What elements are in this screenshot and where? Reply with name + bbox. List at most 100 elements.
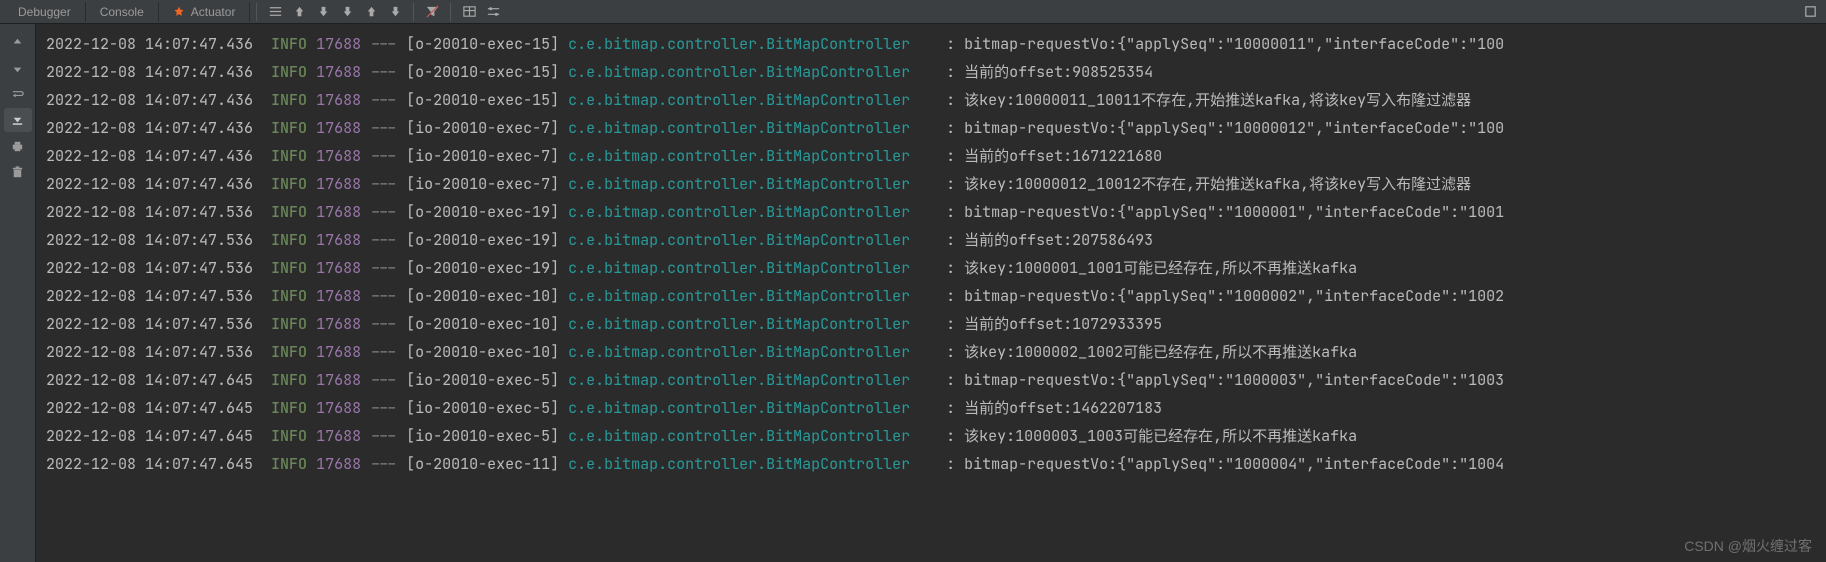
pid: 17688 xyxy=(316,314,361,334)
log-lines: 2022-12-08 14:07:47.436 INFO 17688 --- [… xyxy=(36,24,1826,478)
pid: 17688 xyxy=(316,286,361,306)
message: bitmap-requestVo:{"applySeq":"10000011",… xyxy=(964,34,1504,54)
log-level: INFO xyxy=(271,342,307,362)
timestamp: 2022-12-08 14:07:47.436 xyxy=(46,146,253,166)
thread: [o-20010-exec-15] xyxy=(406,90,559,110)
message: 当前的offset:207586493 xyxy=(964,230,1153,250)
log-view[interactable]: 2022-12-08 14:07:47.436 INFO 17688 --- [… xyxy=(36,24,1826,562)
log-level: INFO xyxy=(271,230,307,250)
thread: [io-20010-exec-7] xyxy=(406,118,559,138)
timestamp: 2022-12-08 14:07:47.645 xyxy=(46,370,253,390)
logger: c.e.bitmap.controller.BitMapController xyxy=(568,202,928,222)
pid: 17688 xyxy=(316,118,361,138)
pid: 17688 xyxy=(316,426,361,446)
divider xyxy=(450,3,451,21)
log-level: INFO xyxy=(271,314,307,334)
down-arrow-2-icon[interactable] xyxy=(335,0,359,24)
colon: : xyxy=(928,146,964,166)
pid: 17688 xyxy=(316,230,361,250)
log-line: 2022-12-08 14:07:47.436 INFO 17688 --- [… xyxy=(46,142,1826,170)
pid: 17688 xyxy=(316,174,361,194)
thread: [io-20010-exec-7] xyxy=(406,174,559,194)
timestamp: 2022-12-08 14:07:47.645 xyxy=(46,426,253,446)
log-level: INFO xyxy=(271,202,307,222)
timestamp: 2022-12-08 14:07:47.436 xyxy=(46,34,253,54)
print-icon[interactable] xyxy=(4,134,32,158)
scroll-down-icon[interactable] xyxy=(4,56,32,80)
message: 当前的offset:1072933395 xyxy=(964,314,1162,334)
colon: : xyxy=(928,34,964,54)
colon: : xyxy=(928,398,964,418)
separator-dash: --- xyxy=(361,426,406,446)
tab-console[interactable]: Console xyxy=(86,2,159,22)
up-arrow-2-icon[interactable] xyxy=(359,0,383,24)
log-line: 2022-12-08 14:07:47.536 INFO 17688 --- [… xyxy=(46,338,1826,366)
separator-dash: --- xyxy=(361,34,406,54)
colon: : xyxy=(928,286,964,306)
menu-icon[interactable] xyxy=(263,0,287,24)
log-level: INFO xyxy=(271,34,307,54)
timestamp: 2022-12-08 14:07:47.536 xyxy=(46,202,253,222)
timestamp: 2022-12-08 14:07:47.536 xyxy=(46,342,253,362)
message: bitmap-requestVo:{"applySeq":"1000002","… xyxy=(964,286,1504,306)
log-line: 2022-12-08 14:07:47.436 INFO 17688 --- [… xyxy=(46,58,1826,86)
separator-dash: --- xyxy=(361,118,406,138)
colon: : xyxy=(928,426,964,446)
maximize-icon[interactable] xyxy=(1798,0,1822,24)
tab-actuator[interactable]: Actuator xyxy=(159,2,251,22)
message: 该key:1000001_1001可能已经存在,所以不再推送kafka xyxy=(964,258,1357,278)
timestamp: 2022-12-08 14:07:47.645 xyxy=(46,454,253,474)
log-level: INFO xyxy=(271,146,307,166)
colon: : xyxy=(928,342,964,362)
logger: c.e.bitmap.controller.BitMapController xyxy=(568,258,928,278)
timestamp: 2022-12-08 14:07:47.536 xyxy=(46,314,253,334)
settings-sliders-icon[interactable] xyxy=(481,0,505,24)
separator-dash: --- xyxy=(361,370,406,390)
tool-tabbar: Debugger Console Actuator xyxy=(0,0,1826,24)
watermark: CSDN @烟火缠过客 xyxy=(1684,536,1812,556)
divider xyxy=(256,3,257,21)
log-line: 2022-12-08 14:07:47.645 INFO 17688 --- [… xyxy=(46,366,1826,394)
colon: : xyxy=(928,118,964,138)
separator-dash: --- xyxy=(361,146,406,166)
message: 该key:10000011_10011不存在,开始推送kafka,将该key写入… xyxy=(964,90,1471,110)
scroll-up-icon[interactable] xyxy=(4,30,32,54)
pid: 17688 xyxy=(316,146,361,166)
tab-debugger[interactable]: Debugger xyxy=(4,2,86,22)
tab-actuator-label: Actuator xyxy=(191,5,236,19)
logger: c.e.bitmap.controller.BitMapController xyxy=(568,454,928,474)
timestamp: 2022-12-08 14:07:47.536 xyxy=(46,286,253,306)
log-line: 2022-12-08 14:07:47.436 INFO 17688 --- [… xyxy=(46,86,1826,114)
separator-dash: --- xyxy=(361,62,406,82)
thread: [io-20010-exec-5] xyxy=(406,398,559,418)
filter-off-icon[interactable] xyxy=(420,0,444,24)
logger: c.e.bitmap.controller.BitMapController xyxy=(568,118,928,138)
message: 该key:1000002_1002可能已经存在,所以不再推送kafka xyxy=(964,342,1357,362)
separator-dash: --- xyxy=(361,398,406,418)
thread: [o-20010-exec-19] xyxy=(406,230,559,250)
colon: : xyxy=(928,62,964,82)
separator-dash: --- xyxy=(361,90,406,110)
message: 当前的offset:1462207183 xyxy=(964,398,1162,418)
down-arrow-1-icon[interactable] xyxy=(311,0,335,24)
gutter-toolbar xyxy=(0,24,36,562)
thread: [io-20010-exec-7] xyxy=(406,146,559,166)
soft-wrap-icon[interactable] xyxy=(4,82,32,106)
logger: c.e.bitmap.controller.BitMapController xyxy=(568,230,928,250)
thread: [o-20010-exec-10] xyxy=(406,286,559,306)
up-arrow-icon[interactable] xyxy=(287,0,311,24)
down-arrow-3-icon[interactable] xyxy=(383,0,407,24)
separator-dash: --- xyxy=(361,258,406,278)
table-icon[interactable] xyxy=(457,0,481,24)
logger: c.e.bitmap.controller.BitMapController xyxy=(568,34,928,54)
message: 当前的offset:908525354 xyxy=(964,62,1153,82)
pid: 17688 xyxy=(316,258,361,278)
trash-icon[interactable] xyxy=(4,160,32,184)
log-line: 2022-12-08 14:07:47.536 INFO 17688 --- [… xyxy=(46,198,1826,226)
log-level: INFO xyxy=(271,398,307,418)
separator-dash: --- xyxy=(361,454,406,474)
scroll-to-end-icon[interactable] xyxy=(4,108,32,132)
timestamp: 2022-12-08 14:07:47.436 xyxy=(46,62,253,82)
log-level: INFO xyxy=(271,118,307,138)
logger: c.e.bitmap.controller.BitMapController xyxy=(568,370,928,390)
